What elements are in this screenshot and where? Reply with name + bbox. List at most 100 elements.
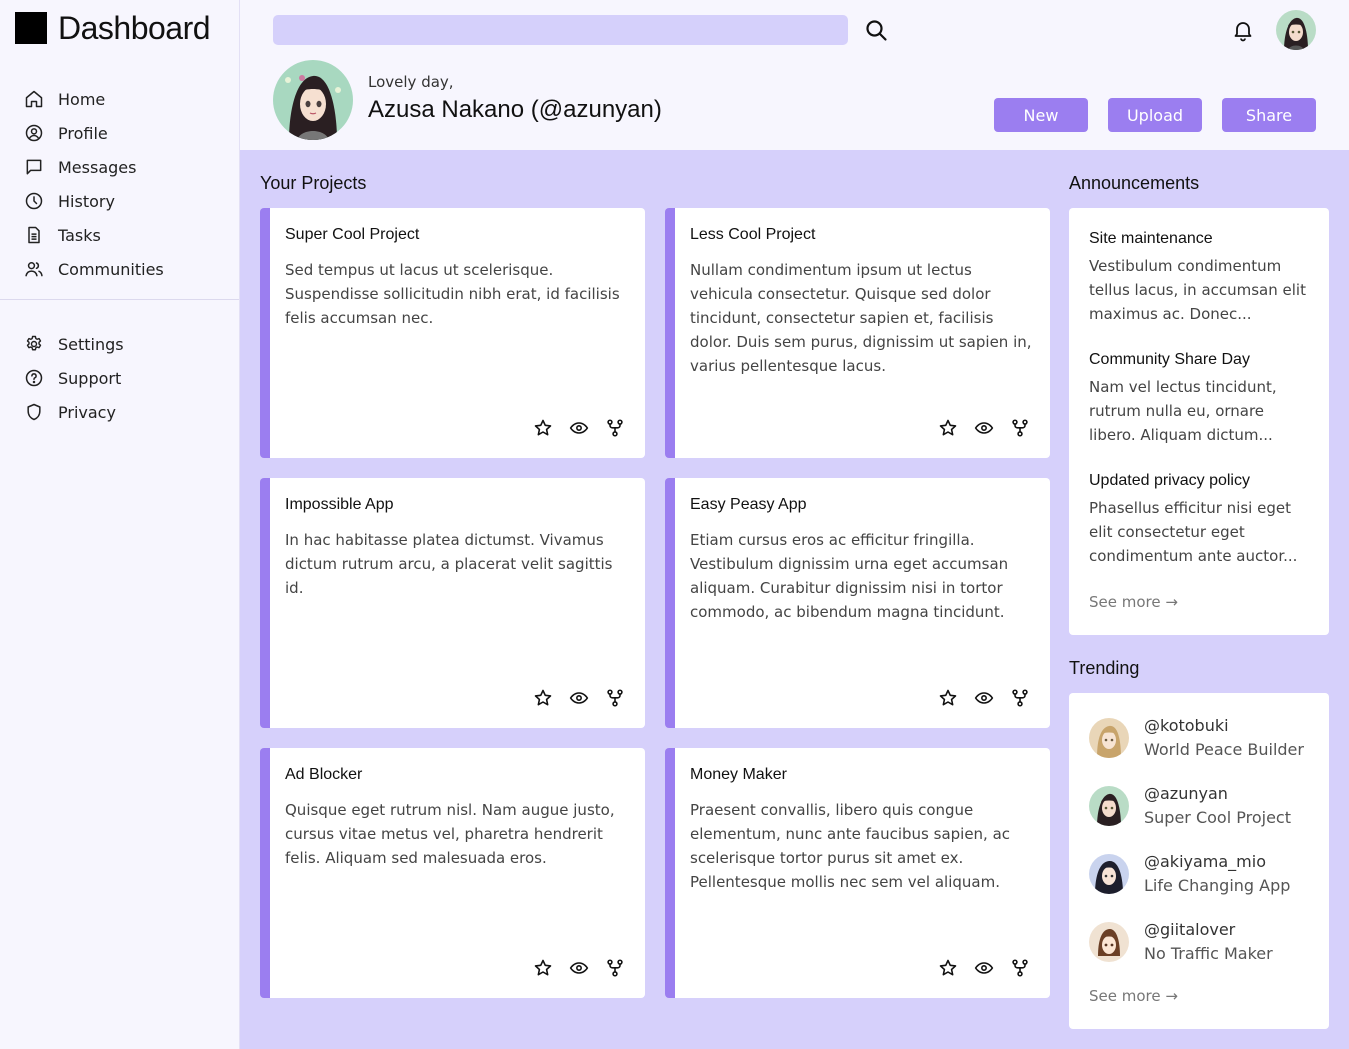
clock-icon: [25, 192, 43, 210]
announcement-item[interactable]: Community Share Day Nam vel lectus tinci…: [1089, 351, 1314, 447]
primary-nav: Home Profile Messages History Tasks Comm…: [24, 82, 224, 286]
sidebar: Dashboard Home Profile Messages History …: [0, 0, 240, 1049]
user-name: Azusa Nakano (@azunyan): [368, 96, 662, 123]
project-description: Nullam condimentum ipsum ut lectus vehic…: [690, 261, 1032, 375]
trending-project: Super Cool Project: [1144, 808, 1291, 827]
eye-icon[interactable]: [974, 958, 994, 978]
star-icon[interactable]: [533, 688, 553, 708]
announcement-item[interactable]: Site maintenance Vestibulum condimentum …: [1089, 230, 1314, 326]
secondary-nav: Settings Support Privacy: [24, 327, 224, 429]
fork-icon[interactable]: [605, 688, 625, 708]
sidebar-item-privacy[interactable]: Privacy: [24, 395, 224, 429]
trending-handle: @akiyama_mio: [1144, 852, 1266, 871]
project-card[interactable]: Money Maker Praesent convallis, libero q…: [665, 748, 1050, 998]
new-button[interactable]: New: [994, 98, 1088, 132]
trending-handle: @giitalover: [1144, 920, 1236, 939]
trending-project: World Peace Builder: [1144, 740, 1304, 759]
trending-text: @kotobuki World Peace Builder: [1144, 714, 1304, 762]
eye-icon[interactable]: [974, 418, 994, 438]
sidebar-item-label: Tasks: [58, 225, 101, 245]
project-card[interactable]: Impossible App In hac habitasse platea d…: [260, 478, 645, 728]
document-icon: [28, 226, 40, 244]
project-description: Sed tempus ut lacus ut scelerisque. Susp…: [285, 261, 620, 327]
trending-item[interactable]: @kotobuki World Peace Builder: [1089, 713, 1304, 763]
sidebar-item-communities[interactable]: Communities: [24, 252, 224, 286]
fork-icon[interactable]: [1010, 418, 1030, 438]
question-icon: [25, 369, 43, 387]
card-actions: [938, 958, 1030, 978]
logo[interactable]: Dashboard: [15, 10, 211, 46]
star-icon[interactable]: [938, 688, 958, 708]
project-card[interactable]: Less Cool Project Nullam condimentum ips…: [665, 208, 1050, 458]
upload-button[interactable]: Upload: [1108, 98, 1202, 132]
sidebar-item-label: History: [58, 191, 115, 211]
announcement-item[interactable]: Updated privacy policy Phasellus efficit…: [1089, 472, 1314, 568]
announcement-body: Vestibulum condimentum tellus lacus, in …: [1089, 257, 1306, 323]
trending-title: Trending: [1069, 658, 1140, 678]
logo-icon: [15, 12, 47, 44]
fork-icon[interactable]: [605, 958, 625, 978]
project-description: Quisque eget rutrum nisl. Nam augue just…: [285, 801, 615, 867]
eye-icon[interactable]: [569, 418, 589, 438]
fork-icon[interactable]: [1010, 688, 1030, 708]
trending-handle: @azunyan: [1144, 784, 1228, 803]
users-icon: [25, 262, 43, 277]
app-title: Dashboard: [58, 10, 211, 46]
announcement-body: Nam vel lectus tincidunt, rutrum nulla e…: [1089, 378, 1277, 444]
share-button[interactable]: Share: [1222, 98, 1316, 132]
trending-text: @giitalover No Traffic Maker: [1144, 918, 1273, 966]
trending-item[interactable]: @azunyan Super Cool Project: [1089, 781, 1291, 831]
announcement-title: Site maintenance: [1089, 230, 1213, 247]
sidebar-item-profile[interactable]: Profile: [24, 116, 224, 150]
sidebar-item-label: Privacy: [58, 402, 116, 422]
eye-icon[interactable]: [569, 688, 589, 708]
card-actions: [533, 418, 625, 438]
see-more-link[interactable]: See more →: [1089, 987, 1178, 1005]
header: Lovely day, Azusa Nakano (@azunyan) New …: [240, 0, 1349, 150]
sidebar-item-support[interactable]: Support: [24, 361, 224, 395]
card-actions: [938, 418, 1030, 438]
see-more-link[interactable]: See more →: [1089, 593, 1178, 611]
sidebar-item-home[interactable]: Home: [24, 82, 224, 116]
sidebar-item-messages[interactable]: Messages: [24, 150, 224, 184]
sidebar-item-tasks[interactable]: Tasks: [24, 218, 224, 252]
sidebar-item-history[interactable]: History: [24, 184, 224, 218]
sidebar-item-label: Home: [58, 89, 106, 109]
sidebar-item-label: Settings: [58, 334, 124, 354]
profile-avatar: [273, 60, 353, 140]
avatar[interactable]: [1276, 10, 1316, 50]
search-input[interactable]: [273, 15, 848, 45]
project-card[interactable]: Super Cool Project Sed tempus ut lacus u…: [260, 208, 645, 458]
card-actions: [533, 958, 625, 978]
project-description: In hac habitasse platea dictumst. Vivamu…: [285, 531, 613, 597]
search-icon[interactable]: [864, 18, 888, 42]
project-title: Super Cool Project: [285, 226, 420, 243]
eye-icon[interactable]: [974, 688, 994, 708]
avatar: [1089, 718, 1129, 758]
project-description: Etiam cursus eros ac efficitur fringilla…: [690, 531, 1009, 621]
bell-icon[interactable]: [1231, 18, 1255, 42]
star-icon[interactable]: [533, 958, 553, 978]
trending-item[interactable]: @akiyama_mio Life Changing App: [1089, 849, 1290, 899]
announcement-body: Phasellus efficitur nisi eget elit conse…: [1089, 499, 1298, 565]
announcement-title: Updated privacy policy: [1089, 472, 1250, 489]
star-icon[interactable]: [938, 418, 958, 438]
fork-icon[interactable]: [1010, 958, 1030, 978]
project-card[interactable]: Ad Blocker Quisque eget rutrum nisl. Nam…: [260, 748, 645, 998]
eye-icon[interactable]: [569, 958, 589, 978]
gear-icon: [26, 335, 42, 351]
sidebar-item-settings[interactable]: Settings: [24, 327, 224, 361]
project-card[interactable]: Easy Peasy App Etiam cursus eros ac effi…: [665, 478, 1050, 728]
greeting-text: Lovely day,: [368, 73, 454, 91]
user-circle-icon: [25, 124, 43, 142]
star-icon[interactable]: [533, 418, 553, 438]
announcements-panel: Site maintenance Vestibulum condimentum …: [1069, 208, 1329, 635]
card-actions: [938, 688, 1030, 708]
trending-item[interactable]: @giitalover No Traffic Maker: [1089, 917, 1273, 967]
project-title: Money Maker: [690, 766, 787, 783]
project-title: Easy Peasy App: [690, 496, 807, 513]
announcement-title: Community Share Day: [1089, 351, 1250, 368]
fork-icon[interactable]: [605, 418, 625, 438]
avatar: [1089, 786, 1129, 826]
star-icon[interactable]: [938, 958, 958, 978]
